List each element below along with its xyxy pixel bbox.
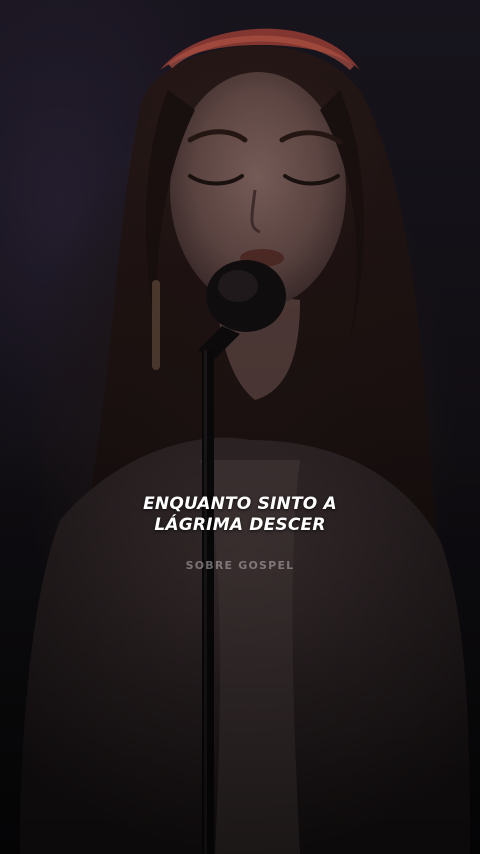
overlay-dim	[0, 0, 480, 854]
video-frame: ENQUANTO SINTO A LÁGRIMA DESCER SOBRE GO…	[0, 0, 480, 854]
lyric-line-2: LÁGRIMA DESCER	[154, 515, 326, 535]
brand-watermark: SOBRE GOSPEL	[185, 559, 295, 572]
lyric-caption: ENQUANTO SINTO A LÁGRIMA DESCER	[0, 494, 480, 536]
lyric-line-1: ENQUANTO SINTO A	[143, 494, 337, 514]
